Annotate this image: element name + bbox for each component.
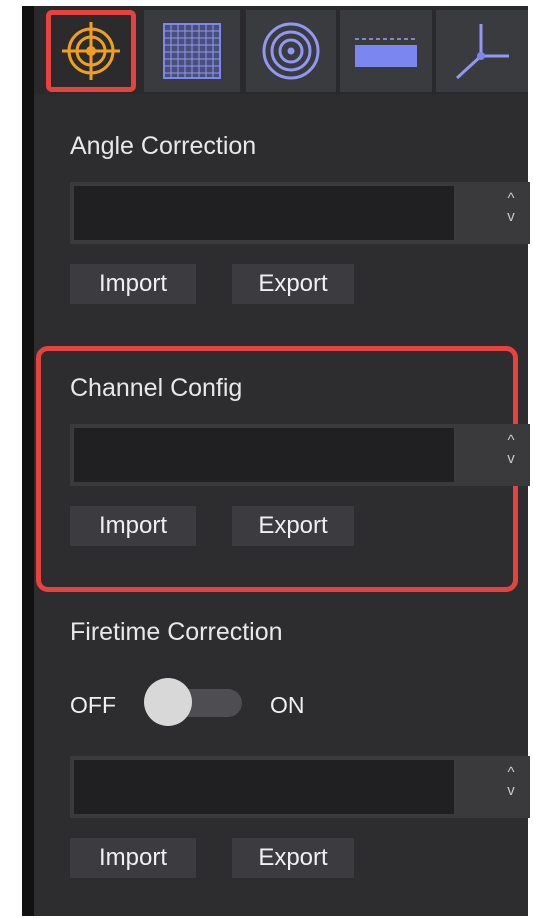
toggle-knob[interactable]: [144, 678, 192, 726]
tool-toolbar: [34, 6, 528, 94]
calibration-panel: Angle Correction ^ v Import Export Chann…: [22, 6, 530, 916]
angle-correction-file-field: ^ v: [70, 182, 530, 244]
tool-button-rings[interactable]: [246, 10, 336, 92]
toggle-off-label: OFF: [70, 692, 116, 718]
axis-tripod-icon: [455, 24, 509, 80]
channel-config-file-field: ^ v: [70, 424, 530, 486]
channel-config-title: Channel Config: [70, 374, 243, 402]
spinner-up-icon[interactable]: ^: [500, 432, 522, 450]
angle-correction-import-button[interactable]: Import: [70, 264, 196, 304]
spinner-up-icon[interactable]: ^: [500, 764, 522, 782]
ruler-bar-icon: [355, 38, 417, 67]
spinner-down-icon[interactable]: v: [500, 208, 522, 226]
firetime-correction-import-button[interactable]: Import: [70, 838, 196, 878]
firetime-correction-file-field: ^ v: [70, 756, 530, 818]
channel-config-export-button[interactable]: Export: [232, 506, 354, 546]
firetime-correction-input[interactable]: [74, 760, 454, 814]
tool-button-ruler[interactable]: [340, 10, 432, 92]
channel-config-input[interactable]: [74, 428, 454, 482]
toggle-on-label: ON: [270, 692, 305, 718]
angle-correction-export-button[interactable]: Export: [232, 264, 354, 304]
angle-correction-input[interactable]: [74, 186, 454, 240]
tool-button-grid[interactable]: [144, 10, 240, 92]
concentric-circles-icon: [262, 22, 320, 80]
channel-config-spinner[interactable]: ^ v: [500, 432, 522, 478]
angle-correction-spinner[interactable]: ^ v: [500, 190, 522, 236]
firetime-correction-spinner[interactable]: ^ v: [500, 764, 522, 810]
angle-correction-title: Angle Correction: [70, 132, 257, 160]
channel-config-import-button[interactable]: Import: [70, 506, 196, 546]
spinner-down-icon[interactable]: v: [500, 450, 522, 468]
grid-icon: [163, 23, 221, 79]
crosshair-target-icon: [62, 22, 120, 80]
spinner-down-icon[interactable]: v: [500, 782, 522, 800]
tool-button-crosshair[interactable]: [46, 10, 136, 92]
spinner-up-icon[interactable]: ^: [500, 190, 522, 208]
tool-button-axes[interactable]: [436, 10, 528, 92]
firetime-correction-export-button[interactable]: Export: [232, 838, 354, 878]
firetime-toggle-switch[interactable]: [144, 678, 244, 728]
firetime-correction-title: Firetime Correction: [70, 618, 283, 646]
